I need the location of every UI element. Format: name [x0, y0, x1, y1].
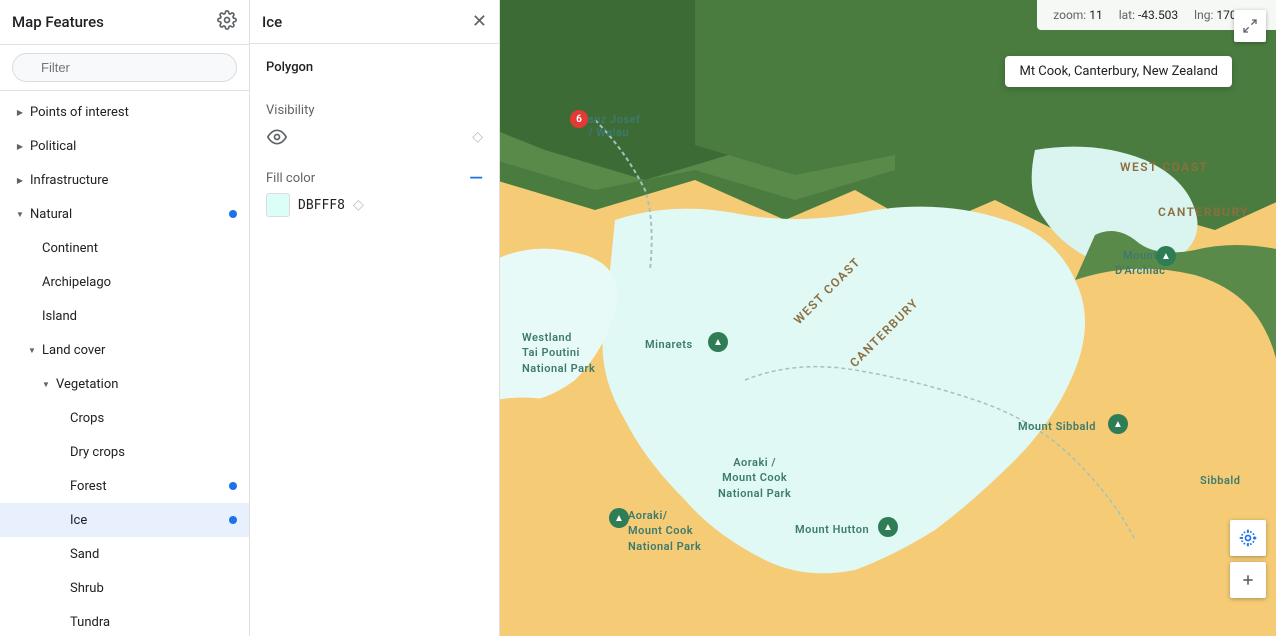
color-swatch-row: DBFFF8 ◇: [266, 193, 483, 217]
sidebar-item-label-forest: Forest: [70, 479, 225, 494]
close-button[interactable]: ✕: [472, 13, 487, 31]
detail-header: Ice ✕: [250, 0, 499, 44]
visibility-row: Visibility: [266, 99, 483, 122]
sidebar-item-sand[interactable]: Sand: [0, 537, 249, 571]
badge-ice: [229, 516, 237, 524]
arrow-icon-infrastructure: ▶: [12, 176, 28, 185]
sidebar-item-label-infrastructure: Infrastructure: [30, 173, 237, 188]
sidebar-item-label-ice: Ice: [70, 513, 225, 528]
filter-input[interactable]: [12, 53, 237, 82]
arrow-icon-land-cover: ▼: [24, 346, 40, 355]
badge-natural: [229, 210, 237, 218]
gear-icon[interactable]: [217, 10, 237, 34]
sidebar-title: Map Features: [12, 13, 104, 31]
sidebar-item-label-dry-crops: Dry crops: [70, 445, 237, 460]
diamond-icon-fill[interactable]: ◇: [353, 197, 364, 213]
map-marker-mount-hutton[interactable]: ▲: [878, 517, 898, 537]
sidebar-item-label-land-cover: Land cover: [42, 343, 237, 358]
sidebar-item-label-tundra: Tundra: [70, 615, 237, 630]
arrow-icon-points-of-interest: ▶: [12, 108, 28, 117]
sidebar-item-label-vegetation: Vegetation: [56, 377, 237, 392]
map-marker-aoraki[interactable]: ▲: [609, 508, 629, 528]
visibility-controls: ◇: [266, 122, 483, 152]
color-swatch[interactable]: [266, 193, 290, 217]
polygon-label: Polygon: [266, 60, 483, 75]
sidebar-item-dry-crops[interactable]: Dry crops: [0, 435, 249, 469]
fill-color-minus[interactable]: —: [469, 168, 483, 189]
visibility-section: Visibility ◇: [266, 99, 483, 152]
detail-title: Ice: [262, 13, 282, 31]
sidebar-item-natural[interactable]: ▼Natural: [0, 197, 249, 231]
sidebar-item-label-shrub: Shrub: [70, 581, 237, 596]
sidebar-item-label-continent: Continent: [42, 241, 237, 256]
arrow-icon-vegetation: ▼: [38, 380, 54, 389]
lat-display: lat: -43.503: [1119, 8, 1178, 22]
sidebar: Map Features ▶Points of interest▶Politic…: [0, 0, 250, 636]
sidebar-item-label-crops: Crops: [70, 411, 237, 426]
sidebar-item-vegetation[interactable]: ▼Vegetation: [0, 367, 249, 401]
sidebar-item-continent[interactable]: Continent: [0, 231, 249, 265]
tree-area: ▶Points of interest▶Political▶Infrastruc…: [0, 91, 249, 636]
arrow-icon-political: ▶: [12, 142, 28, 151]
sidebar-item-ice[interactable]: Ice: [0, 503, 249, 537]
sidebar-item-island[interactable]: Island: [0, 299, 249, 333]
sidebar-item-forest[interactable]: Forest: [0, 469, 249, 503]
sidebar-item-political[interactable]: ▶Political: [0, 129, 249, 163]
fill-color-label: Fill color: [266, 171, 461, 186]
sidebar-item-archipelago[interactable]: Archipelago: [0, 265, 249, 299]
sidebar-item-label-island: Island: [42, 309, 237, 324]
sidebar-item-tundra[interactable]: Tundra: [0, 605, 249, 636]
sidebar-item-infrastructure[interactable]: ▶Infrastructure: [0, 163, 249, 197]
sidebar-item-crops[interactable]: Crops: [0, 401, 249, 435]
fullscreen-button[interactable]: [1234, 10, 1266, 42]
zoom-in-button[interactable]: [1230, 562, 1266, 598]
map-marker-mount-sibbald[interactable]: ▲: [1108, 414, 1128, 434]
map-tooltip: Mt Cook, Canterbury, New Zealand: [1005, 56, 1232, 87]
locate-button[interactable]: [1230, 520, 1266, 556]
sidebar-header: Map Features: [0, 0, 249, 45]
map-area[interactable]: zoom: 11 lat: -43.503 lng: 170.306 Mt Co…: [500, 0, 1276, 636]
polygon-section: Polygon: [266, 60, 483, 83]
filter-bar: [0, 45, 249, 91]
map-marker-minarets[interactable]: ▲: [708, 332, 728, 352]
sidebar-item-label-points-of-interest: Points of interest: [30, 105, 237, 120]
sidebar-item-label-natural: Natural: [30, 207, 225, 222]
badge-forest: [229, 482, 237, 490]
sidebar-item-label-archipelago: Archipelago: [42, 275, 237, 290]
color-hex-value: DBFFF8: [298, 198, 345, 213]
sidebar-item-label-political: Political: [30, 139, 237, 154]
map-svg: [500, 0, 1276, 636]
sidebar-item-land-cover[interactable]: ▼Land cover: [0, 333, 249, 367]
sidebar-item-shrub[interactable]: Shrub: [0, 571, 249, 605]
fill-color-section: Fill color — DBFFF8 ◇: [266, 168, 483, 217]
eye-icon[interactable]: [266, 126, 288, 148]
map-marker-franz-josef[interactable]: 6: [570, 110, 588, 128]
diamond-icon-visibility[interactable]: ◇: [472, 129, 483, 145]
zoom-label: zoom: 11: [1053, 8, 1102, 22]
visibility-label: Visibility: [266, 103, 315, 118]
detail-panel: Ice ✕ Polygon Visibility ◇: [250, 0, 500, 636]
arrow-icon-natural: ▼: [12, 210, 28, 219]
map-marker-darchiac[interactable]: ▲: [1156, 246, 1176, 266]
sidebar-item-points-of-interest[interactable]: ▶Points of interest: [0, 95, 249, 129]
detail-body: Polygon Visibility ◇ Fill color —: [250, 44, 499, 233]
fill-color-row: Fill color —: [266, 168, 483, 189]
sidebar-item-label-sand: Sand: [70, 547, 237, 562]
